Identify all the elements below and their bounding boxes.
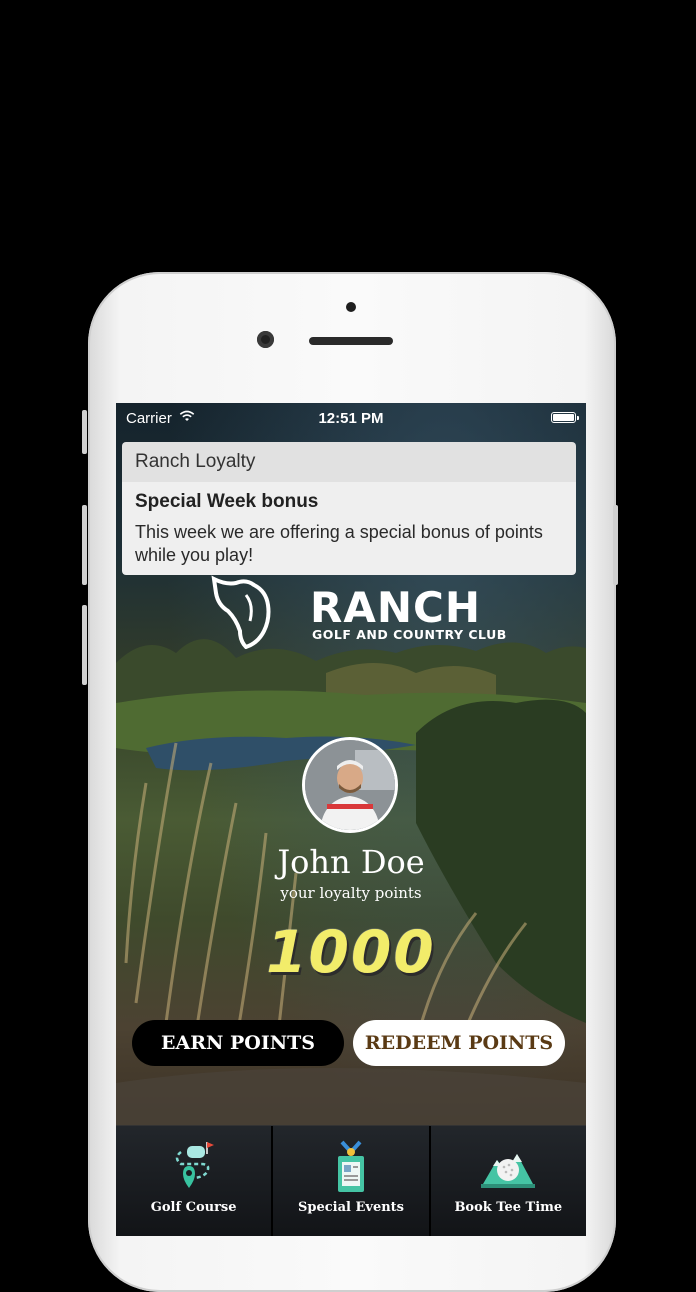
- nav-item-golf-course[interactable]: Golf Course: [116, 1126, 274, 1236]
- volume-down-button: [82, 605, 87, 685]
- nav-item-special-events[interactable]: Special Events: [273, 1126, 431, 1236]
- push-notification[interactable]: Ranch Loyalty Special Week bonus This we…: [122, 442, 576, 575]
- bottom-nav: Golf Course Special Events Book Tee Time: [116, 1125, 586, 1236]
- logo-subtitle: GOLF AND COUNTRY CLUB: [312, 627, 507, 642]
- earpiece-speaker: [309, 337, 393, 345]
- logo-title: RANCH: [310, 583, 481, 632]
- event-badge-icon: [337, 1140, 364, 1192]
- nav-label: Special Events: [297, 1200, 404, 1215]
- points-caption: your loyalty points: [280, 884, 422, 902]
- notification-body: Special Week bonus This week we are offe…: [122, 482, 576, 575]
- nav-item-book-tee-time[interactable]: Book Tee Time: [431, 1126, 586, 1236]
- power-button: [613, 505, 618, 585]
- avatar[interactable]: [302, 737, 398, 833]
- battery-icon: [551, 412, 579, 423]
- ranch-logo-emblem-icon: [211, 575, 271, 649]
- user-photo: [305, 740, 395, 830]
- notification-app-name: Ranch Loyalty: [122, 442, 576, 482]
- nav-label: Book Tee Time: [454, 1200, 563, 1215]
- app-screen: Carrier 12:51 PM RANCH GOLF AND COUNTRY …: [116, 403, 586, 1236]
- status-bar: Carrier 12:51 PM: [116, 403, 586, 433]
- golf-course-map-icon: [175, 1142, 214, 1188]
- notification-title: Special Week bonus: [135, 491, 319, 512]
- points-value: 1000: [266, 918, 436, 986]
- nav-label: Golf Course: [150, 1200, 237, 1215]
- front-camera: [257, 331, 274, 348]
- notification-message: This week we are offering a special bonu…: [135, 522, 543, 565]
- user-name: John Doe: [277, 843, 425, 881]
- mute-switch: [82, 410, 87, 454]
- redeem-points-button[interactable]: REDEEM POINTS: [353, 1020, 565, 1066]
- volume-up-button: [82, 505, 87, 585]
- status-time: 12:51 PM: [318, 410, 384, 427]
- earn-points-button[interactable]: EARN POINTS: [132, 1020, 344, 1066]
- proximity-sensor: [346, 302, 356, 312]
- golf-ball-tee-icon: [481, 1154, 536, 1188]
